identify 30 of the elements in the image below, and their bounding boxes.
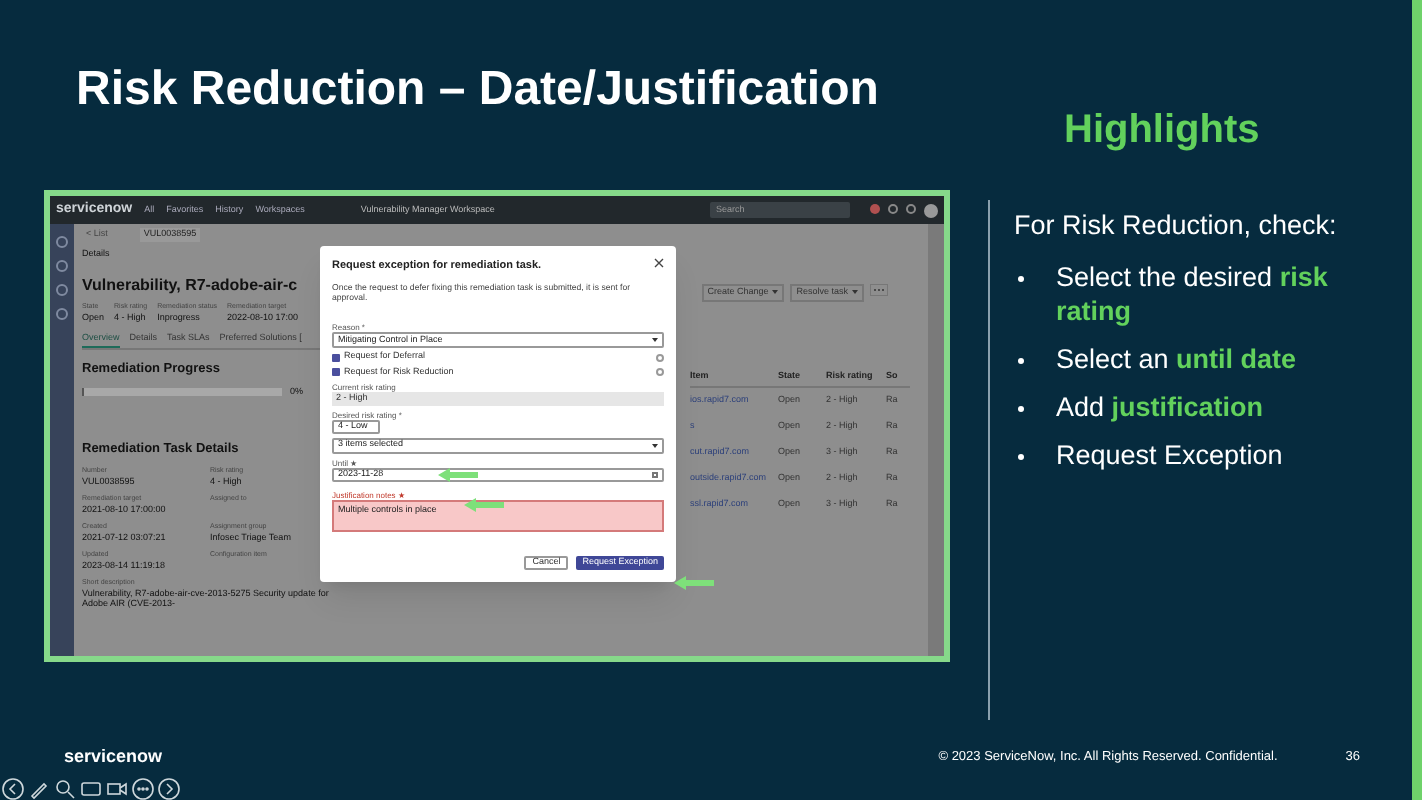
bullet-text: Add justification: [1056, 390, 1266, 425]
bullet-text: Request Exception: [1056, 438, 1285, 473]
checkbox[interactable]: [332, 353, 340, 362]
bullet-icon: [1018, 454, 1024, 461]
bullet-text: Select an until date: [1056, 342, 1299, 377]
highlights-heading: Highlights: [1064, 106, 1262, 156]
arrow-icon: [674, 576, 714, 590]
avatar-icon[interactable]: [924, 203, 938, 217]
caret-icon: [652, 338, 658, 343]
record-heading: Vulnerability, R7-adobe-air-c: [82, 273, 300, 297]
zoom-icon[interactable]: [54, 777, 76, 799]
footer-logo: servicenow: [64, 744, 163, 770]
bullet-text: Select the desired risk rating: [1056, 260, 1330, 329]
arrow-icon: [438, 468, 478, 482]
caret-icon: [652, 443, 658, 448]
bullet-icon: [1018, 406, 1024, 413]
close-icon[interactable]: [654, 258, 664, 268]
previous-icon[interactable]: [2, 777, 24, 799]
bullet-icon: [1018, 358, 1024, 365]
caret-icon: [772, 290, 779, 295]
next-icon[interactable]: [158, 777, 180, 799]
checkbox[interactable]: [332, 368, 340, 377]
slide-title: Risk Reduction – Date/Justification: [76, 60, 881, 120]
intro-text: For Risk Reduction, check:: [1014, 208, 1339, 244]
pen-icon[interactable]: [28, 777, 50, 799]
status-icon[interactable]: [870, 203, 880, 213]
caret-icon: [852, 290, 858, 295]
camera-icon[interactable]: [106, 777, 128, 799]
arrow-icon: [464, 498, 504, 512]
bullet-icon: [1018, 276, 1024, 283]
